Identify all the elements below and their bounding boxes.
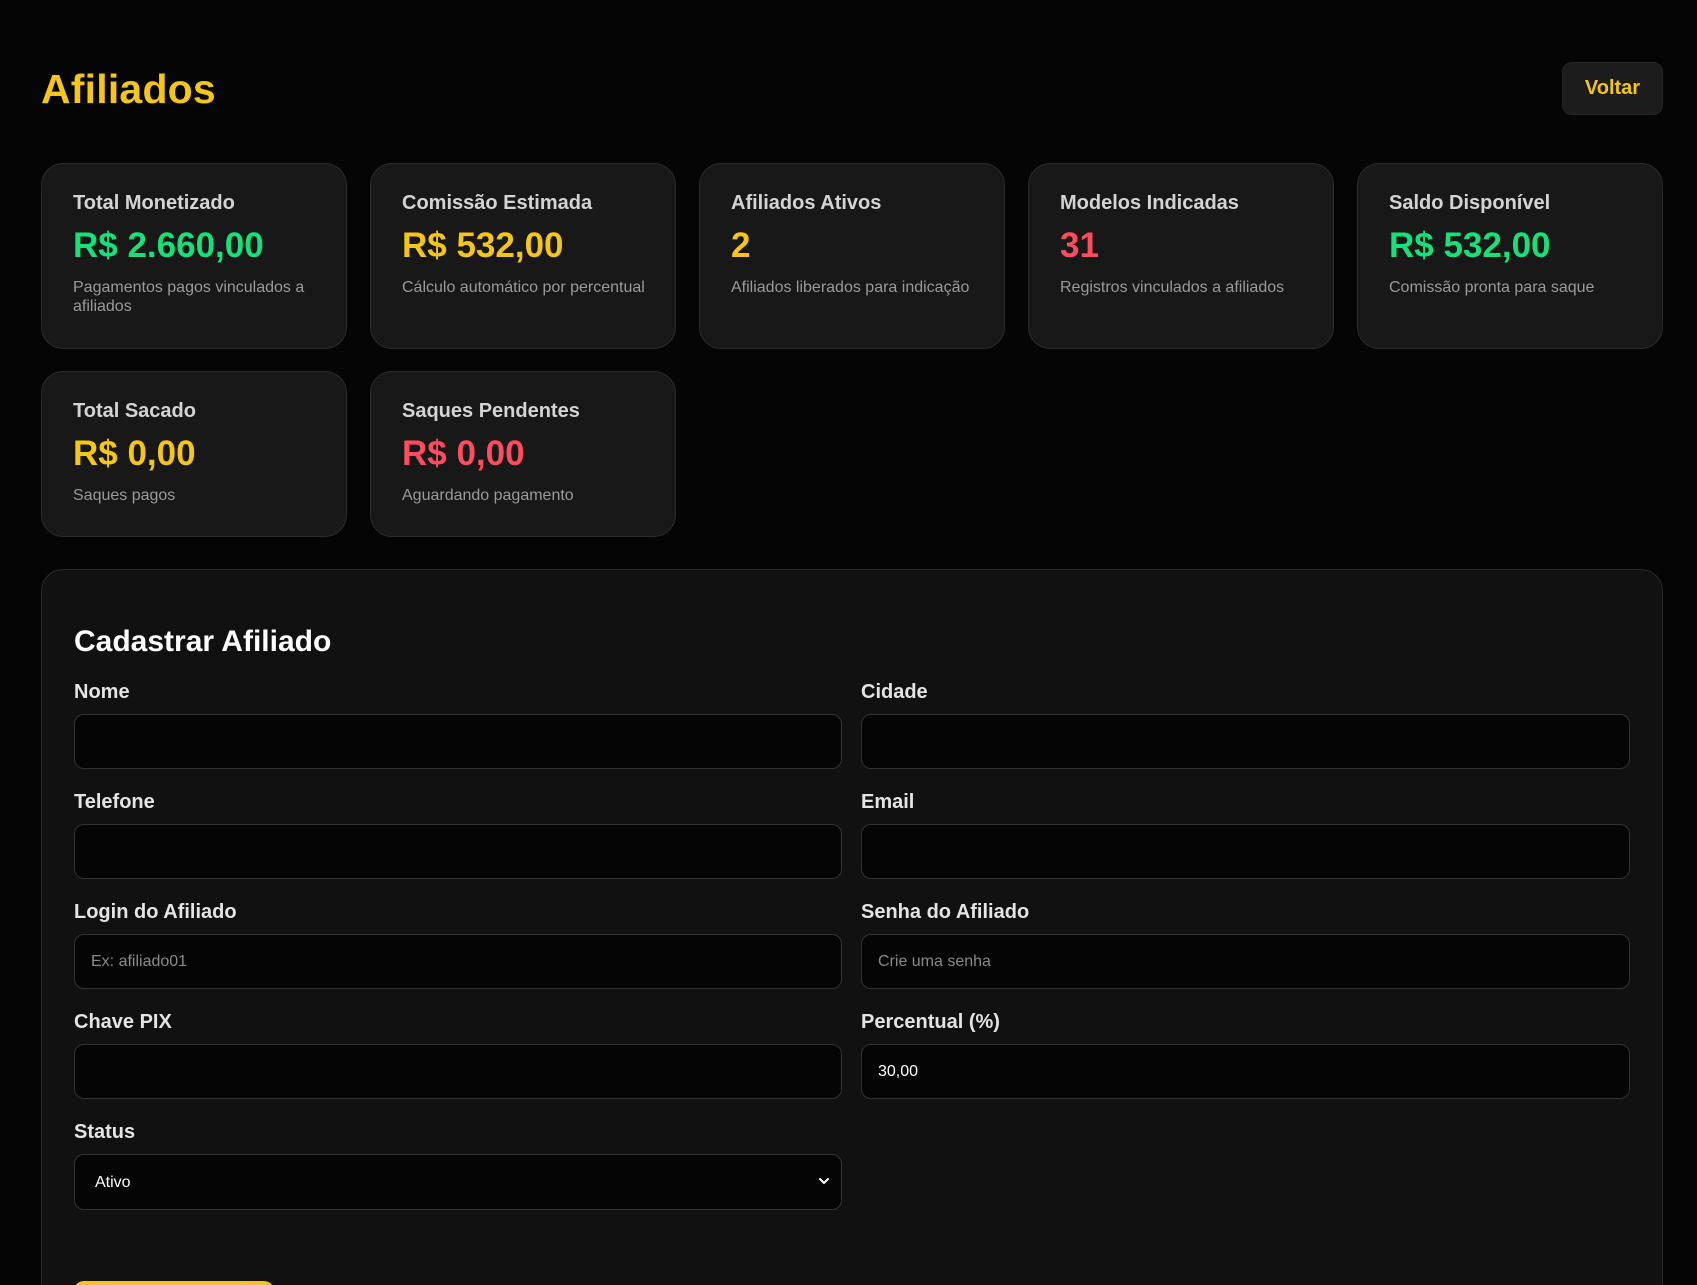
form-grid: Nome Cidade Telefone Email Login do Afil… (74, 681, 1630, 1210)
chave-pix-input[interactable] (74, 1044, 842, 1099)
back-button[interactable]: Voltar (1562, 62, 1663, 115)
field-nome: Nome (74, 681, 842, 769)
page-header: Afiliados Voltar (41, 62, 1663, 117)
stat-card-modelos-indicadas: Modelos Indicadas 31 Registros vinculado… (1028, 163, 1334, 349)
telefone-label: Telefone (74, 791, 155, 813)
affiliates-page: Afiliados Voltar Total Monetizado R$ 2.6… (0, 0, 1697, 1285)
field-status: Status Ativo (74, 1121, 842, 1210)
cidade-input[interactable] (861, 714, 1630, 769)
email-input[interactable] (861, 824, 1630, 879)
stat-value: 2 (731, 226, 751, 265)
stat-value: 31 (1060, 226, 1099, 265)
stat-description: Comissão pronta para saque (1389, 278, 1595, 296)
stat-label: Comissão Estimada (402, 192, 593, 214)
senha-label: Senha do Afiliado (861, 901, 1030, 923)
stat-description: Aguardando pagamento (402, 486, 574, 504)
field-chave-pix: Chave PIX (74, 1011, 842, 1099)
chave-pix-label: Chave PIX (74, 1011, 172, 1033)
stat-description: Cálculo automático por percentual (402, 278, 645, 296)
stat-label: Modelos Indicadas (1060, 192, 1239, 214)
telefone-input[interactable] (74, 824, 842, 879)
stat-card-total-monetizado: Total Monetizado R$ 2.660,00 Pagamentos … (41, 163, 347, 349)
stat-value: R$ 532,00 (402, 226, 564, 265)
stat-value: R$ 2.660,00 (73, 226, 264, 265)
stat-card-comissao-estimada: Comissão Estimada R$ 532,00 Cálculo auto… (370, 163, 676, 349)
submit-button[interactable] (74, 1281, 274, 1285)
field-login: Login do Afiliado (74, 901, 842, 989)
field-percentual: Percentual (%) (861, 1011, 1630, 1099)
stat-description: Registros vinculados a afiliados (1060, 278, 1285, 296)
field-cidade: Cidade (861, 681, 1630, 769)
stat-value: R$ 0,00 (402, 434, 525, 473)
stat-label: Saques Pendentes (402, 400, 580, 422)
field-senha: Senha do Afiliado (861, 901, 1630, 989)
nome-input[interactable] (74, 714, 842, 769)
stat-card-saques-pendentes: Saques Pendentes R$ 0,00 Aguardando paga… (370, 371, 676, 537)
stat-card-total-sacado: Total Sacado R$ 0,00 Saques pagos (41, 371, 347, 537)
status-select-wrapper: Ativo (74, 1154, 842, 1210)
field-telefone: Telefone (74, 791, 842, 879)
percentual-input[interactable] (861, 1044, 1630, 1099)
register-affiliate-form: Cadastrar Afiliado Nome Cidade Telefone … (41, 569, 1663, 1285)
stat-value: R$ 0,00 (73, 434, 196, 473)
page-title: Afiliados (41, 66, 216, 112)
stat-label: Total Sacado (73, 400, 196, 422)
stat-card-afiliados-ativos: Afiliados Ativos 2 Afiliados liberados p… (699, 163, 1005, 349)
stat-description: Afiliados liberados para indicação (731, 278, 970, 296)
stat-label: Afiliados Ativos (731, 192, 882, 214)
stat-label: Total Monetizado (73, 192, 235, 214)
stat-value: R$ 532,00 (1389, 226, 1551, 265)
cidade-label: Cidade (861, 681, 928, 703)
nome-label: Nome (74, 681, 130, 703)
percentual-label: Percentual (%) (861, 1011, 1000, 1033)
login-label: Login do Afiliado (74, 901, 237, 923)
email-label: Email (861, 791, 915, 813)
form-title: Cadastrar Afiliado (74, 625, 332, 658)
stat-label: Saldo Disponível (1389, 192, 1551, 214)
senha-input[interactable] (861, 934, 1630, 989)
stat-description: Pagamentos pagos vinculados a afiliados (73, 278, 305, 315)
login-input[interactable] (74, 934, 842, 989)
status-label: Status (74, 1121, 136, 1143)
stats-grid: Total Monetizado R$ 2.660,00 Pagamentos … (41, 163, 1663, 537)
field-email: Email (861, 791, 1630, 879)
stat-card-saldo-disponivel: Saldo Disponível R$ 532,00 Comissão pron… (1357, 163, 1663, 349)
stat-description: Saques pagos (73, 486, 176, 504)
status-select[interactable]: Ativo (74, 1154, 842, 1210)
